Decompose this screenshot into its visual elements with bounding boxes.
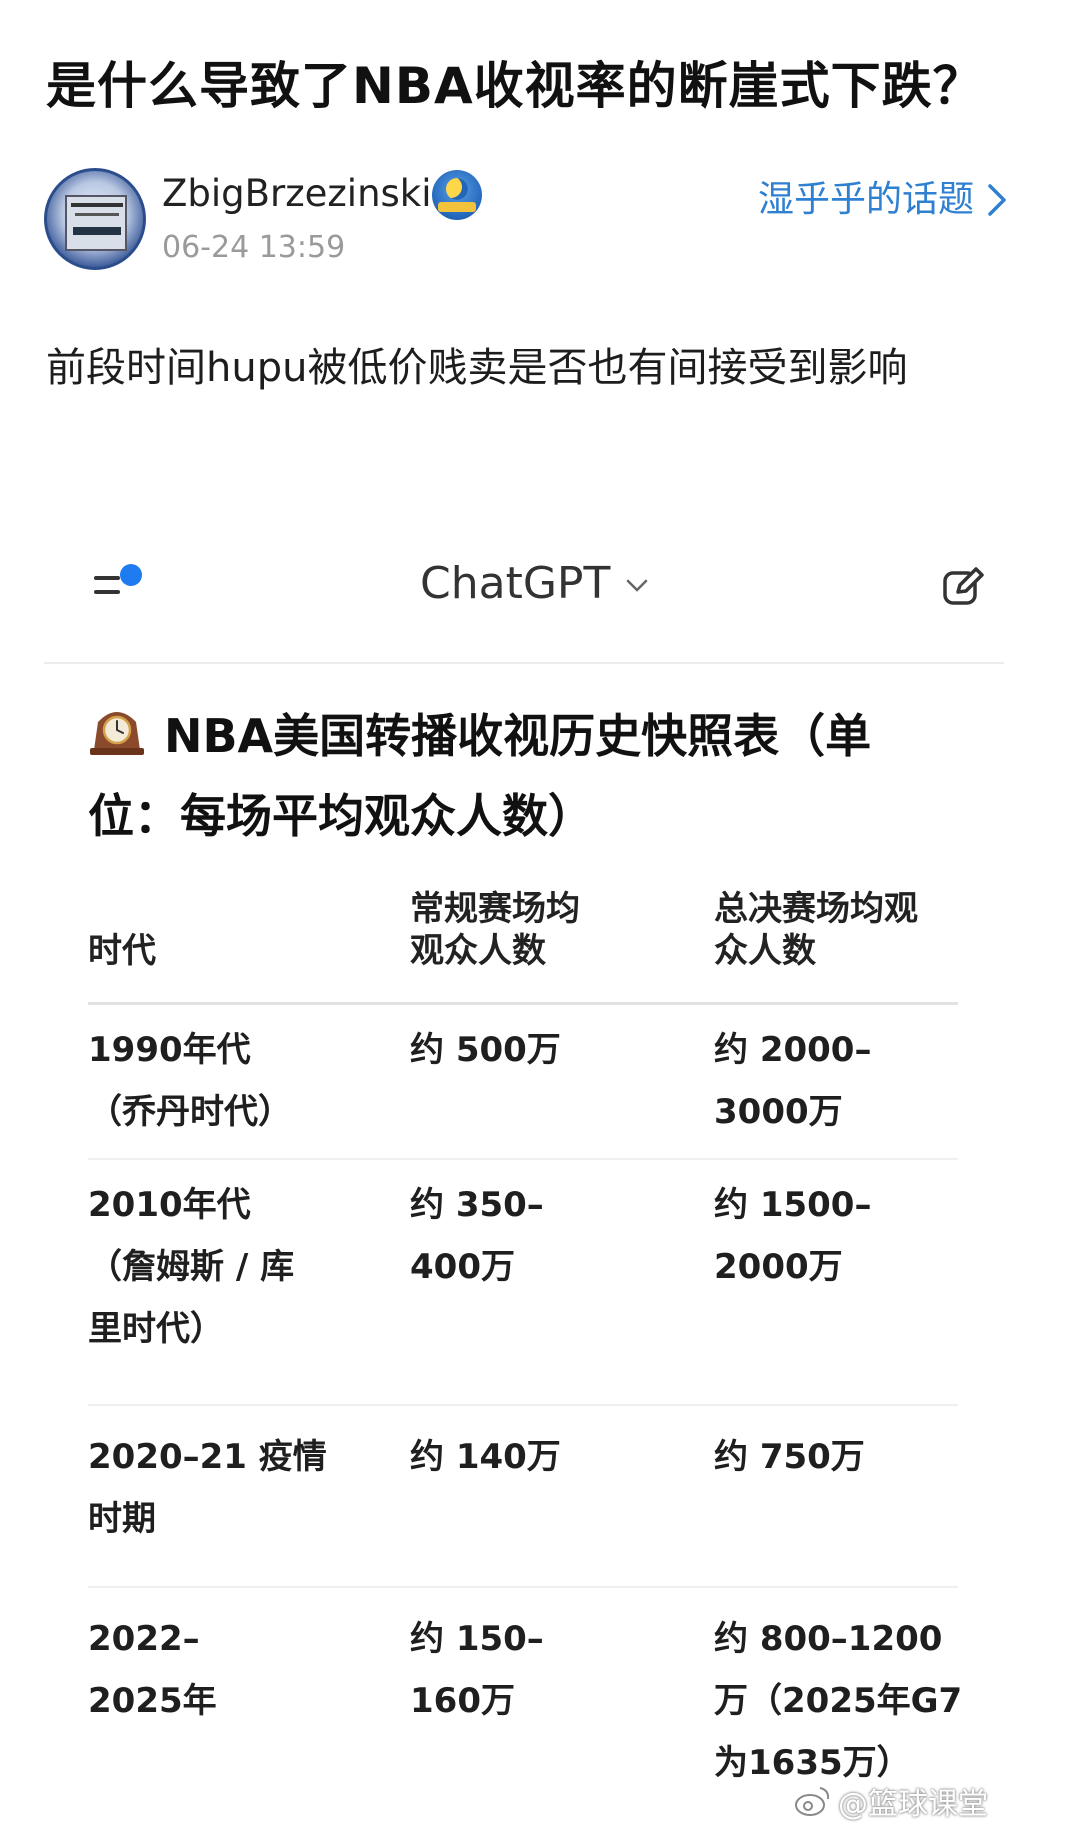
table-row: 2010年代（詹姆斯 / 库里时代） 约 350–400万 约 1500–200… [88, 1160, 958, 1406]
header-era: 时代 [88, 931, 156, 971]
table-heading: NBA美国转播收视历史快照表（单位：每场平均观众人数） [88, 709, 872, 843]
cell-finals: 约 750万 [714, 1437, 865, 1477]
cell-regular: 约 140万 [410, 1437, 561, 1477]
table-row: 1990年代（乔丹时代） 约 500万 约 2000–3000万 [88, 1005, 958, 1160]
question-title[interactable]: 是什么导致了NBA收视率的断崖式下跌？ [46, 52, 1046, 120]
table-row: 2022–2025年 约 150–160万 约 800–1200万（2025年G… [88, 1588, 962, 1798]
cell-regular: 约 500万 [410, 1030, 561, 1070]
chevron-right-icon [988, 184, 1006, 216]
cell-finals: 约 800–1200万（2025年G7为1635万） [714, 1619, 963, 1783]
edit-icon [943, 567, 984, 605]
avatar-image [65, 195, 127, 251]
embedded-screenshot[interactable]: ChatGPT NBA美国转播收视历史快照表（单位：每场平均观众人数） 时代 常… [44, 540, 1004, 1833]
topic-link[interactable]: 湿乎乎的话题 [758, 176, 1008, 224]
chevron-down-icon [626, 579, 648, 592]
post-body: 前段时间hupu被低价贱卖是否也有间接受到影响 [46, 345, 908, 391]
watermark: @篮球课堂 [794, 1779, 988, 1823]
chatgpt-header: ChatGPT [44, 540, 1004, 640]
viewership-table: 时代 常规赛场均观众人数 总决赛场均观众人数 1990年代（乔丹时代） 约 50… [88, 882, 962, 1798]
author-name[interactable]: ZbigBrzezinski [162, 170, 432, 218]
cell-era: 1990年代（乔丹时代） [88, 1030, 292, 1132]
avatar[interactable] [44, 168, 146, 270]
header-divider [44, 662, 1004, 664]
cell-era: 2010年代（詹姆斯 / 库里时代） [88, 1185, 295, 1349]
menu-icon [94, 564, 146, 604]
weibo-icon [795, 1787, 830, 1816]
topic-link-label: 湿乎乎的话题 [757, 179, 974, 220]
author-row: ZbigBrzezinski 06-24 13:59 湿乎乎的话题 [44, 168, 1044, 270]
chatgpt-title: ChatGPT [420, 558, 611, 609]
table-header-row: 时代 常规赛场均观众人数 总决赛场均观众人数 [88, 882, 958, 1005]
post-timestamp: 06-24 13:59 [162, 230, 346, 265]
header-regular: 常规赛场均观众人数 [410, 889, 580, 971]
cell-finals: 约 1500–2000万 [714, 1185, 872, 1287]
cell-regular: 约 350–400万 [410, 1185, 544, 1287]
user-badge-icon [432, 170, 482, 220]
header-finals: 总决赛场均观众人数 [714, 889, 918, 971]
cell-regular: 约 150–160万 [410, 1619, 544, 1721]
watermark-text: @篮球课堂 [838, 1787, 988, 1822]
cell-era: 2020–21 疫情时期 [88, 1437, 327, 1539]
cell-finals: 约 2000–3000万 [714, 1030, 872, 1132]
cell-era: 2022–2025年 [88, 1619, 217, 1721]
table-row: 2020–21 疫情时期 约 140万 约 750万 [88, 1406, 958, 1588]
